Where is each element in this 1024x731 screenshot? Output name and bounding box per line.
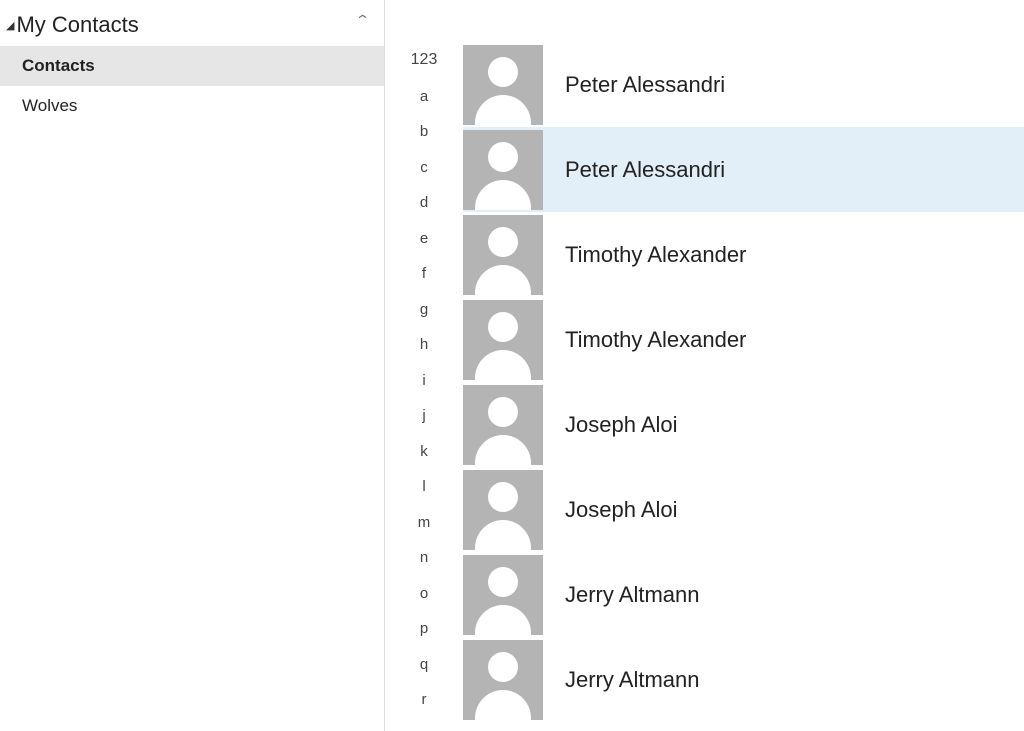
alpha-index-q[interactable]: q <box>420 647 428 683</box>
alpha-index-i[interactable]: i <box>422 363 425 399</box>
avatar-placeholder-icon <box>463 45 543 125</box>
alpha-index-e[interactable]: e <box>420 221 428 257</box>
collapse-sidebar-icon[interactable]: ‹ <box>353 14 374 18</box>
contact-name: Timothy Alexander <box>565 327 746 353</box>
sidebar: ‹ ◢ My Contacts ContactsWolves <box>0 0 385 731</box>
contact-row[interactable]: Joseph Aloi <box>463 467 1024 552</box>
contact-name: Joseph Aloi <box>565 412 678 438</box>
folder-title: My Contacts <box>16 12 138 38</box>
avatar-placeholder-icon <box>463 215 543 295</box>
alpha-index-f[interactable]: f <box>422 256 426 292</box>
alpha-index-k[interactable]: k <box>420 434 428 470</box>
alpha-index-l[interactable]: l <box>422 469 425 505</box>
avatar-placeholder-icon <box>463 470 543 550</box>
contact-name: Joseph Aloi <box>565 497 678 523</box>
alpha-index-g[interactable]: g <box>420 292 428 328</box>
contact-row[interactable]: Timothy Alexander <box>463 297 1024 382</box>
contact-row[interactable]: Timothy Alexander <box>463 212 1024 297</box>
contact-row[interactable]: Joseph Aloi <box>463 382 1024 467</box>
avatar-placeholder-icon <box>463 640 543 720</box>
alpha-index: 123abcdefghijklmnopqr <box>385 42 463 731</box>
contact-name: Jerry Altmann <box>565 667 700 693</box>
sidebar-item-wolves[interactable]: Wolves <box>0 86 384 126</box>
alpha-index-n[interactable]: n <box>420 540 428 576</box>
alpha-index-c[interactable]: c <box>420 150 428 186</box>
folder-header[interactable]: ◢ My Contacts <box>0 10 384 46</box>
contact-row[interactable]: Jerry Altmann <box>463 637 1024 722</box>
avatar-placeholder-icon <box>463 130 543 210</box>
avatar-placeholder-icon <box>463 385 543 465</box>
contact-name: Peter Alessandri <box>565 72 725 98</box>
contact-name: Jerry Altmann <box>565 582 700 608</box>
avatar-placeholder-icon <box>463 555 543 635</box>
contact-name: Timothy Alexander <box>565 242 746 268</box>
alpha-index-h[interactable]: h <box>420 327 428 363</box>
main-panel: 123abcdefghijklmnopqr Peter AlessandriPe… <box>385 0 1024 731</box>
contact-row[interactable]: Jerry Altmann <box>463 552 1024 637</box>
contact-name: Peter Alessandri <box>565 157 725 183</box>
alpha-index-p[interactable]: p <box>420 611 428 647</box>
caret-down-icon: ◢ <box>6 19 14 32</box>
alpha-index-b[interactable]: b <box>420 114 428 150</box>
alpha-index-r[interactable]: r <box>422 682 427 718</box>
avatar-placeholder-icon <box>463 300 543 380</box>
contact-row[interactable]: Peter Alessandri <box>463 42 1024 127</box>
sidebar-item-contacts[interactable]: Contacts <box>0 46 384 86</box>
alpha-index-o[interactable]: o <box>420 576 428 612</box>
alpha-index-m[interactable]: m <box>418 505 431 541</box>
alpha-index-a[interactable]: a <box>420 79 428 115</box>
alpha-index-123[interactable]: 123 <box>411 42 438 79</box>
contact-row[interactable]: Peter Alessandri <box>463 127 1024 212</box>
alpha-index-j[interactable]: j <box>422 398 425 434</box>
contacts-list: Peter Alessandri Peter Alessandri Timothy … <box>463 42 1024 731</box>
alpha-index-d[interactable]: d <box>420 185 428 221</box>
